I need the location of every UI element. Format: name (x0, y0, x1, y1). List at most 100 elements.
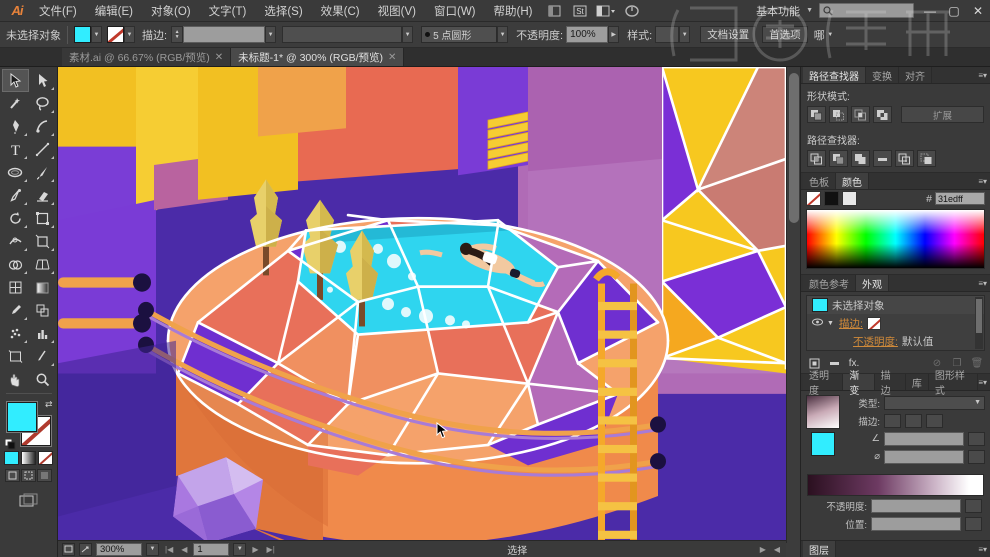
gradient-location-input[interactable] (871, 516, 961, 531)
artboard-number-input[interactable]: 1 (193, 542, 230, 556)
curvature-tool[interactable] (29, 115, 56, 138)
hex-input[interactable]: 31edff (935, 192, 985, 205)
gradient-aspect-input[interactable] (884, 449, 964, 464)
tab-layers[interactable]: 图层 (803, 541, 836, 557)
tab-graphic-styles[interactable]: 图形样式 (928, 371, 979, 397)
black-swatch[interactable] (824, 191, 839, 206)
document-tab[interactable]: 未标题-1* @ 300% (RGB/预览) ✕ (231, 48, 405, 66)
panel-menu-icon[interactable]: ≡▾ (978, 177, 987, 186)
share-icon[interactable] (79, 542, 92, 556)
paintbrush-tool[interactable] (29, 161, 56, 184)
gradient-location-stepper[interactable] (965, 516, 982, 531)
lasso-tool[interactable] (29, 92, 56, 115)
stroke-gradient-within-icon[interactable] (884, 413, 901, 428)
gradient-opacity-input[interactable] (871, 498, 961, 513)
close-icon[interactable]: ✕ (215, 52, 223, 63)
panel-menu-icon[interactable]: ≡▾ (978, 378, 987, 387)
none-mode-button[interactable] (38, 451, 53, 465)
draw-normal-button[interactable] (5, 469, 20, 482)
tab-align[interactable]: 对齐 (899, 67, 932, 83)
tab-color[interactable]: 颜色 (836, 173, 869, 189)
brush-caret-icon[interactable]: ▼ (497, 26, 509, 43)
style-caret-icon[interactable]: ▼ (679, 26, 691, 43)
gradient-mode-button[interactable] (21, 451, 36, 465)
stroke-weight-caret-icon[interactable]: ▼ (265, 26, 277, 43)
menu-select[interactable]: 选择(S) (255, 0, 311, 22)
panel-menu-icon[interactable]: ≡▾ (978, 71, 987, 80)
search-input[interactable] (819, 3, 914, 18)
column-graph-tool[interactable] (29, 322, 56, 345)
tab-pathfinder[interactable]: 路径查找器 (803, 67, 866, 83)
artboard-tool[interactable] (2, 345, 29, 368)
default-fill-stroke-icon[interactable] (4, 437, 16, 450)
creative-cloud-icon[interactable] (621, 2, 643, 20)
hand-tool[interactable] (2, 368, 29, 391)
white-swatch[interactable] (842, 191, 857, 206)
swap-fill-stroke-icon[interactable]: ⇄ (45, 399, 53, 410)
exclude-icon[interactable] (873, 106, 892, 123)
symbol-sprayer-tool[interactable] (2, 322, 29, 345)
tab-libraries[interactable]: 库 (905, 374, 929, 390)
ellipse-tool[interactable] (2, 161, 29, 184)
appearance-stroke-label[interactable]: 描边: (839, 316, 863, 331)
appearance-opacity-label[interactable]: 不透明度: (853, 334, 898, 349)
type-tool[interactable]: T (2, 138, 29, 161)
draw-inside-button[interactable] (37, 469, 52, 482)
line-segment-tool[interactable] (29, 138, 56, 161)
opacity-caret-icon[interactable]: ▶ (608, 26, 620, 43)
menu-window[interactable]: 窗口(W) (425, 0, 485, 22)
tab-stroke[interactable]: 描边 (874, 371, 906, 397)
artboard-dropdown-icon[interactable]: ▼ (233, 542, 247, 556)
tab-appearance[interactable]: 外观 (856, 275, 889, 291)
scale-tool[interactable] (29, 207, 56, 230)
panel-menu-icon[interactable]: ≡▾ (978, 279, 987, 288)
shape-builder-tool[interactable] (2, 253, 29, 276)
gradient-preview-thumbnail[interactable] (806, 395, 840, 429)
appearance-target-row[interactable]: 未选择对象 (807, 296, 984, 314)
visibility-eye-icon[interactable] (812, 317, 823, 329)
close-icon[interactable]: ✕ (388, 52, 396, 63)
menu-effect[interactable]: 效果(C) (312, 0, 369, 22)
tab-transparency[interactable]: 透明度 (803, 371, 844, 397)
zoom-level-input[interactable]: 300% (96, 542, 142, 556)
direct-selection-tool[interactable] (29, 69, 56, 92)
tab-gradient[interactable]: 渐变 (843, 371, 875, 397)
fill-dropdown-caret-icon[interactable]: ▼ (91, 26, 102, 43)
gradient-angle-input[interactable] (884, 431, 964, 446)
status-next-icon[interactable]: ▶ (758, 545, 768, 554)
appearance-scrollbar[interactable] (975, 297, 983, 349)
artboard[interactable] (58, 67, 786, 543)
control-bar-more-label[interactable]: 哪 (814, 27, 825, 43)
gradient-fill-swatch[interactable] (811, 432, 835, 456)
expand-button[interactable]: 扩展 (901, 106, 984, 123)
stroke-gradient-along-icon[interactable] (905, 413, 922, 428)
color-spectrum-bar[interactable] (806, 209, 985, 269)
opacity-input[interactable]: 100% (566, 26, 609, 43)
outline-icon[interactable] (895, 150, 914, 167)
stroke-gradient-across-icon[interactable] (926, 413, 943, 428)
appearance-opacity-row[interactable]: 不透明度: 默认值 (807, 332, 984, 350)
fill-color-swatch[interactable] (74, 26, 91, 43)
free-transform-tool[interactable] (29, 230, 56, 253)
none-swatch[interactable] (806, 191, 821, 206)
eraser-tool[interactable] (29, 184, 56, 207)
appearance-stroke-swatch[interactable] (866, 316, 881, 330)
stroke-dropdown-caret-icon[interactable]: ▼ (124, 26, 135, 43)
artboard-navigation-icon[interactable] (62, 542, 75, 556)
merge-icon[interactable] (851, 150, 870, 167)
window-close-button[interactable]: ✕ (966, 0, 990, 22)
mesh-tool[interactable] (2, 276, 29, 299)
window-maximize-button[interactable]: ▢ (942, 0, 966, 22)
graphic-style-swatch[interactable] (655, 26, 680, 43)
gradient-tool[interactable] (29, 276, 56, 299)
gradient-type-select[interactable]: ▼ (884, 395, 985, 410)
gradient-slider[interactable] (807, 474, 984, 496)
vertical-scrollbar[interactable] (786, 67, 800, 543)
window-minimize-button[interactable]: — (918, 0, 942, 22)
workspace-caret-icon[interactable]: ▼ (806, 7, 813, 14)
menu-edit[interactable]: 编辑(E) (86, 0, 142, 22)
gradient-aspect-stepper[interactable] (968, 449, 985, 464)
menu-view[interactable]: 视图(V) (369, 0, 425, 22)
stock-icon[interactable]: St (569, 2, 591, 20)
menu-help[interactable]: 帮助(H) (485, 0, 542, 22)
